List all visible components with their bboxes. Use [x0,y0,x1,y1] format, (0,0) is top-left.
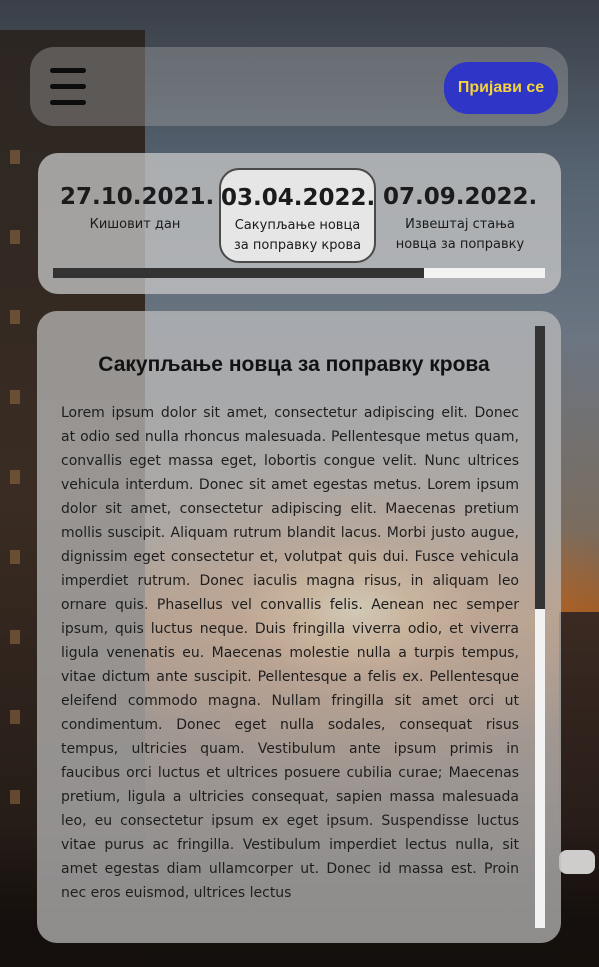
timeline-item-3[interactable]: 07.09.2022. Извештај стања новца за попр… [383,183,537,255]
timeline-item-1[interactable]: 27.10.2021. Кишовит дан [60,183,215,235]
article-scrollbar[interactable] [535,326,545,928]
hamburger-line [50,84,86,89]
hamburger-line [50,68,86,73]
article-scrollbar-thumb[interactable] [535,326,545,609]
article-title: Сакупљање новца за поправку крова [98,353,490,376]
timeline-date: 27.10.2021. [60,184,215,210]
timeline-progress-bar [53,268,545,278]
timeline-date: 07.09.2022. [383,184,538,210]
article-card: Сакупљање новца за поправку крова Lorem … [37,311,561,943]
timeline-label-line: за поправку крова [233,238,362,253]
timeline-label-line: Сакупљање новца [234,218,361,233]
timeline-label: Извештај стања новца за поправку [383,215,537,255]
background-car [559,850,595,874]
timeline-label: Кишовит дан [89,217,181,232]
timeline-item-2-active[interactable]: 03.04.2022. Сакупљање новца за поправку … [219,168,376,263]
hamburger-menu-icon[interactable] [50,68,86,106]
timeline-label: Сакупљање новца за поправку крова [221,216,374,256]
login-button[interactable]: Пријави се [444,62,558,114]
timeline-label-line: новца за поправку [395,237,525,252]
hamburger-line [50,100,86,105]
timeline-progress-fill [53,268,425,278]
timeline-date: 03.04.2022. [221,185,376,211]
article-body: Lorem ipsum dolor sit amet, consectetur … [61,405,519,901]
timeline-label-line: Извештај стања [405,217,515,232]
